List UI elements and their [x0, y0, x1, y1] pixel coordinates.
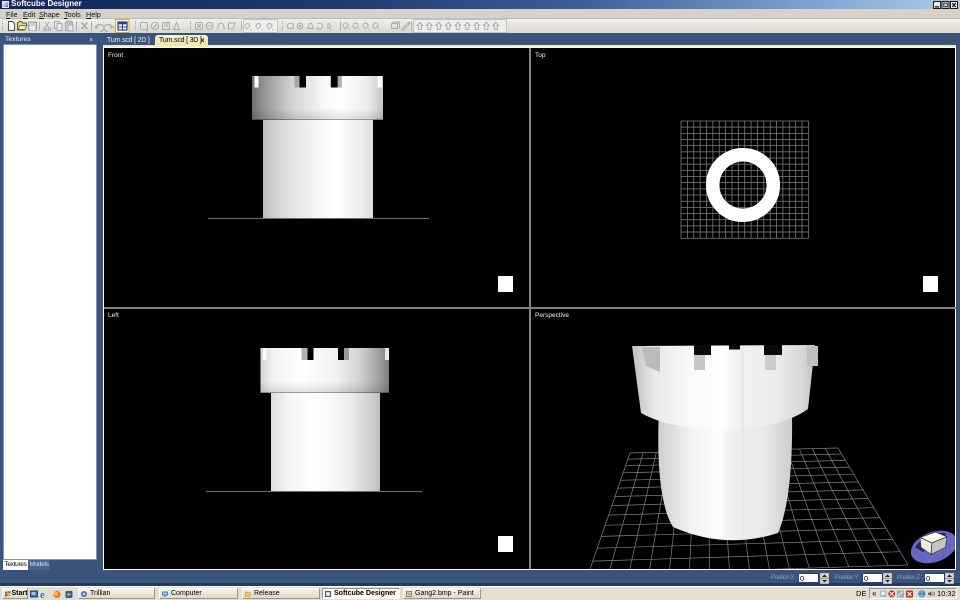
svg-text:e: e: [40, 590, 45, 599]
